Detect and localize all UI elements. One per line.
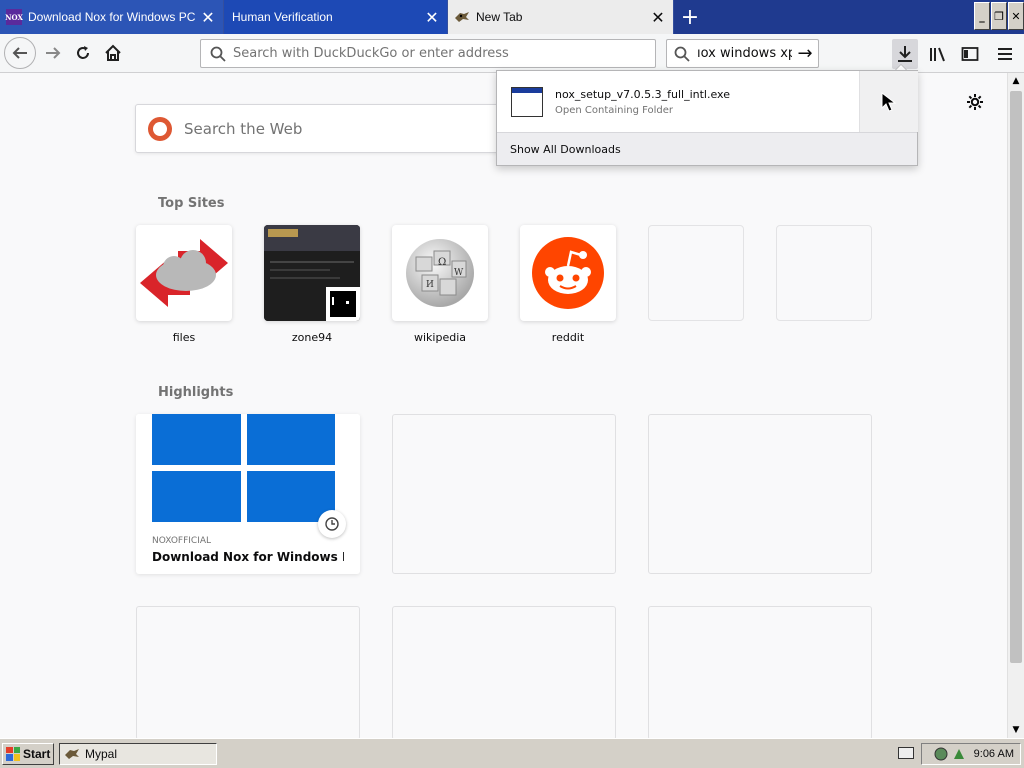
tab-close-icon[interactable]: ✕	[649, 8, 667, 27]
top-site-wikipedia[interactable]: Ω W И wikipedia	[392, 225, 488, 344]
tab-strip: NOX Download Nox for Windows PC - N ✕ Hu…	[0, 0, 1024, 34]
mypal-favicon-icon	[454, 9, 470, 25]
highlights-heading: Highlights	[158, 385, 234, 400]
top-site-label: wikipedia	[413, 331, 466, 344]
gear-icon[interactable]	[966, 92, 984, 116]
web-search-placeholder: Search the Web	[184, 119, 303, 138]
top-site-label: zone94	[291, 331, 333, 344]
top-site-empty[interactable]	[648, 225, 744, 331]
zone94-thumbnail	[264, 225, 360, 321]
scroll-thumb[interactable]	[1010, 91, 1022, 663]
toolbar-right	[892, 34, 1024, 73]
top-site-files[interactable]: files	[136, 225, 232, 344]
restore-button[interactable]: ❐	[991, 2, 1007, 30]
duckduckgo-icon	[148, 116, 172, 141]
system-tray: 9:06 AM	[921, 743, 1021, 765]
windows-flag-icon	[6, 746, 20, 761]
start-button[interactable]: Start	[2, 742, 54, 765]
search-icon	[209, 46, 227, 62]
reddit-logo-icon	[520, 225, 616, 321]
highlight-card-empty	[136, 606, 360, 740]
clock: 9:06 AM	[973, 748, 1014, 760]
top-sites-heading: Top Sites	[158, 196, 225, 211]
highlight-card-empty	[648, 606, 872, 740]
svg-text:Ω: Ω	[438, 257, 446, 268]
back-arrow-icon[interactable]	[4, 37, 36, 69]
svg-text:W: W	[454, 268, 464, 278]
highlight-card-empty	[392, 414, 616, 574]
library-icon[interactable]	[922, 39, 954, 69]
network-icon[interactable]	[934, 747, 948, 761]
downloads-panel: nox_setup_v7.0.5.3_full_intl.exe Open Co…	[496, 70, 918, 166]
files-thumbnail	[136, 225, 232, 321]
top-site-reddit[interactable]: reddit	[520, 225, 616, 344]
top-site-label: files	[172, 331, 196, 344]
top-site-empty[interactable]	[776, 225, 872, 331]
search-input-value: ıox windows xp	[697, 46, 792, 61]
highlight-title: Download Nox for Windows PC -...	[152, 550, 344, 564]
taskbar-app-mypal[interactable]: Mypal	[59, 742, 217, 765]
svg-text:И: И	[426, 280, 434, 290]
url-placeholder: Search with DuckDuckGo or enter address	[233, 46, 509, 61]
taskbar-app-label: Mypal	[85, 746, 118, 761]
app-tray-icon[interactable]	[952, 747, 966, 761]
tab-close-icon[interactable]: ✕	[423, 8, 441, 27]
highlight-thumbnail	[136, 414, 360, 522]
search-bar[interactable]: ıox windows xp →	[666, 39, 819, 68]
start-label: Start	[23, 746, 51, 761]
tab-nox-download[interactable]: NOX Download Nox for Windows PC - N ✕	[0, 0, 224, 34]
open-folder-button[interactable]	[859, 71, 918, 132]
mouse-cursor-icon	[881, 91, 897, 112]
download-status: Open Containing Folder	[555, 104, 674, 116]
clock-icon	[318, 510, 346, 538]
tab-title: Download Nox for Windows PC - N	[28, 10, 195, 24]
search-icon	[673, 46, 691, 62]
hamburger-menu-icon[interactable]	[986, 39, 1024, 69]
tab-title: Human Verification	[232, 10, 333, 24]
empty-tile	[776, 225, 872, 321]
minimize-button[interactable]: _	[974, 2, 990, 30]
tab-title: New Tab	[476, 10, 523, 24]
close-window-button[interactable]: ✕	[1008, 2, 1024, 30]
reload-icon[interactable]	[68, 38, 98, 68]
navigation-toolbar: Search with DuckDuckGo or enter address …	[0, 34, 1024, 73]
window-controls: _ ❐ ✕	[974, 2, 1024, 30]
scroll-up-arrow-icon[interactable]: ▲	[1008, 73, 1024, 89]
sidebar-icon[interactable]	[954, 39, 986, 69]
mypal-app-icon	[64, 747, 80, 761]
url-bar[interactable]: Search with DuckDuckGo or enter address	[200, 39, 656, 68]
show-all-downloads-button[interactable]: Show All Downloads	[497, 132, 917, 165]
highlight-card-empty	[392, 606, 616, 740]
highlight-source: NOXOFFICIAL	[152, 536, 212, 546]
new-tab-plus-icon[interactable]: +	[674, 0, 706, 34]
taskbar: Start Mypal 9:06 AM	[0, 738, 1024, 768]
page-scrollbar[interactable]: ▲ ▼	[1007, 73, 1024, 738]
scroll-down-arrow-icon[interactable]: ▼	[1008, 722, 1024, 738]
tab-human-verification[interactable]: Human Verification ✕	[224, 0, 448, 34]
top-site-label: reddit	[551, 331, 585, 344]
highlight-card-empty	[648, 414, 872, 574]
top-site-zone94[interactable]: zone94	[264, 225, 360, 344]
tab-new-tab[interactable]: New Tab ✕	[448, 0, 674, 34]
search-go-arrow-icon[interactable]: →	[792, 43, 818, 64]
home-icon[interactable]	[98, 38, 128, 68]
highlight-card-nox[interactable]: NOXOFFICIAL Download Nox for Windows PC …	[136, 414, 360, 574]
tab-close-icon[interactable]: ✕	[199, 8, 217, 27]
keyboard-icon[interactable]	[898, 747, 914, 759]
empty-tile	[648, 225, 744, 321]
nox-favicon-icon: NOX	[5, 9, 23, 25]
windows-logo-icon	[152, 414, 335, 522]
download-file-name: nox_setup_v7.0.5.3_full_intl.exe	[555, 87, 730, 101]
web-search-box[interactable]: Search the Web	[135, 104, 535, 153]
executable-file-icon	[511, 86, 543, 117]
forward-arrow-icon[interactable]	[38, 38, 68, 68]
wikipedia-globe-icon: Ω W И	[392, 225, 488, 321]
download-item[interactable]: nox_setup_v7.0.5.3_full_intl.exe Open Co…	[497, 71, 859, 132]
